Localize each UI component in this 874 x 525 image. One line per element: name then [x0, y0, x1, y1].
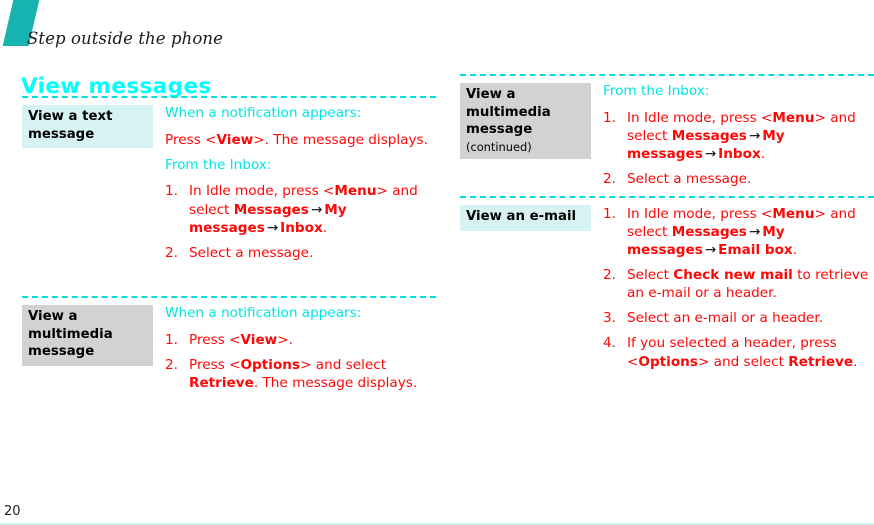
list-item: In Idle mode, press <Menu> and select Me…	[603, 109, 874, 163]
row-content: When a notification appears: Press <View…	[153, 105, 436, 270]
step-list: In Idle mode, press <Menu > and select Me…	[603, 205, 874, 371]
step-list: Press <View>. Press <Options> and select…	[165, 331, 436, 392]
list-item: Select an e-mail or a header.	[603, 309, 874, 327]
lead-text: From the Inbox:	[603, 83, 710, 99]
menu-messages: Messages	[671, 127, 747, 144]
table-row: View a multimedia message When a notific…	[22, 296, 436, 400]
list-item: In Idle mode, press <Menu> and select Me…	[603, 205, 874, 259]
text-fragment: In Idle mode, press <	[627, 206, 773, 222]
row-label: View an e-mail	[460, 205, 591, 231]
list-item: Select a message.	[603, 170, 874, 188]
text-fragment: . The message displays.	[253, 374, 418, 391]
text-fragment: .	[322, 219, 328, 236]
lead-text: From the Inbox:	[165, 156, 272, 173]
text-fragment: Select a message.	[189, 244, 314, 261]
row-content: When a notification appears: Press <View…	[153, 305, 436, 400]
arrow-icon: →	[748, 224, 761, 241]
menu-inbox: Inbox	[280, 219, 323, 236]
text-fragment: Press <	[165, 131, 217, 148]
table-row: View an e-mail In Idle mode, press <Menu…	[460, 196, 874, 379]
menu-check-new-mail: Check new mail	[673, 267, 793, 284]
text-fragment: Select an e-mail or a header.	[627, 310, 824, 327]
text-fragment: >.	[277, 331, 293, 348]
arrow-icon: →	[748, 127, 761, 144]
softkey-view: View	[216, 131, 254, 148]
text-fragment: Press <	[189, 356, 241, 373]
instruction-paragraph: Press <View>. The message displays.	[165, 131, 436, 149]
menu-messages: Messages	[233, 201, 309, 218]
menu-inbox: Inbox	[718, 145, 761, 162]
arrow-icon: →	[266, 219, 279, 236]
softkey-menu: Menu	[772, 206, 815, 222]
arrow-icon: →	[704, 145, 717, 162]
list-item: Select a message.	[165, 244, 436, 262]
text-fragment: > and select	[300, 356, 387, 373]
softkey-view: View	[240, 331, 278, 348]
text-fragment: .	[760, 145, 766, 162]
row-label: View a multimedia message (continued)	[460, 83, 591, 160]
menu-email-box: Email box	[718, 242, 793, 259]
arrow-icon: →	[704, 242, 717, 259]
list-item: In Idle mode, press <Menu> and select Me…	[165, 182, 436, 236]
text-fragment: .	[853, 353, 858, 370]
menu-retrieve: Retrieve	[189, 374, 254, 391]
lead-text: When a notification appears:	[165, 105, 362, 121]
row-content: In Idle mode, press <Menu > and select Me…	[591, 205, 874, 379]
softkey-menu: Menu	[334, 183, 377, 200]
row-label: View a text message	[22, 105, 153, 149]
menu-messages: Messages	[671, 224, 747, 241]
row-label-continued: (continued)	[466, 140, 532, 155]
page-number: 20	[4, 504, 21, 519]
text-fragment: Press <	[189, 331, 241, 348]
text-fragment: In Idle mode, press <	[189, 183, 335, 200]
row-label: View a multimedia message	[22, 305, 153, 367]
text-fragment: In Idle mode, press <	[627, 109, 773, 126]
list-item: Select Check new mail to retrieve an e-m…	[603, 266, 874, 302]
step-list: In Idle mode, press <Menu> and select Me…	[603, 109, 874, 188]
arrow-icon: →	[310, 201, 323, 218]
menu-retrieve: Retrieve	[788, 353, 854, 370]
softkey-menu: Menu	[772, 109, 815, 126]
text-fragment: Select	[627, 267, 674, 284]
softkey-options: Options	[638, 353, 698, 370]
text-fragment: Select a message.	[627, 170, 752, 187]
text-fragment: >. The message displays.	[253, 131, 428, 148]
running-head: Step outside the phone	[27, 29, 223, 48]
text-fragment: > and select	[697, 353, 789, 370]
list-item: If you selected a header, press <Options…	[603, 334, 874, 370]
step-list: In Idle mode, press <Menu> and select Me…	[165, 182, 436, 261]
list-item: Press <Options> and select Retrieve. The…	[165, 356, 436, 392]
softkey-options: Options	[240, 356, 301, 373]
list-item: Press <View>.	[165, 331, 436, 349]
lead-text: When a notification appears:	[165, 305, 362, 321]
table-row: View a multimedia message (continued) Fro…	[460, 74, 874, 196]
row-label-text: View a multimedia message	[466, 87, 551, 138]
text-fragment: .	[792, 242, 798, 259]
row-content: From the Inbox: In Idle mode, press <Men…	[591, 83, 874, 196]
table-row: View a text message When a notification …	[22, 96, 436, 270]
